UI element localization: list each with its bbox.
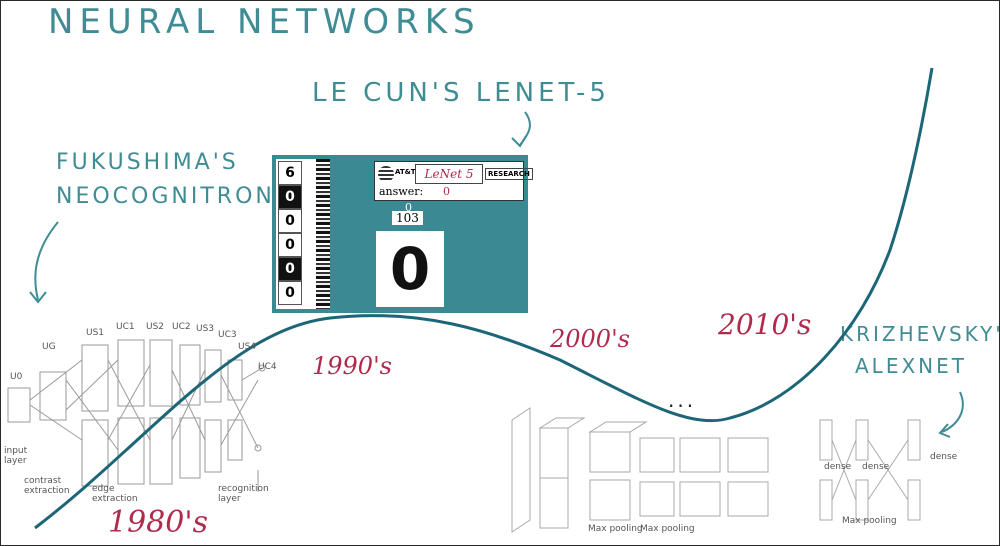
att-brand: AT&T [395,168,416,176]
digit-index: 103 [392,211,423,225]
answer-value: 0 [443,185,450,198]
neocognitron-input-label: input layer [4,446,28,466]
lenet-sample-cell: 0 [278,185,302,209]
alexnet-maxpool-label: Max pooling [842,516,897,526]
alexnet-diagram [511,407,921,533]
neocognitron-layer-label: US2 [146,322,165,332]
lenet-input-strip: 6 0 0 0 0 0 [276,159,316,309]
decade-label-2000s: 2000's [550,325,630,353]
decade-label-1980s: 1980's [108,505,208,540]
lenet-sample-cell: 0 [278,281,302,305]
answer-label: answer: [379,185,424,198]
neocognitron-layer-label: UC3 [218,330,237,340]
lenet-sample-cell: 6 [278,161,302,185]
neocognitron-layer-label: US1 [86,328,105,338]
neocognitron-layer-label: UC4 [258,362,277,372]
decade-label-1990s: 1990's [312,352,392,380]
neocognitron-layer-label: US3 [196,324,215,334]
neocognitron-recognition-label: recognition layer [218,484,269,504]
alexnet-dense-label: dense [824,462,852,472]
alexnet-dense-label: dense [930,452,958,462]
att-globe-icon [378,166,394,182]
arrow-icon-lecun [511,111,531,148]
ellipsis: ... [668,388,697,412]
lenet-sample-cell: 0 [278,233,302,257]
arrow-icon-krizhevsky [938,391,964,438]
arrow-icon-fukushima [29,221,59,304]
lenet-sample-cell: 0 [278,209,302,233]
lenet-name: LeNet 5 [415,164,483,184]
lenet-demo-panel: 6 0 0 0 0 0 AT&T LeNet 5 RESEARCH answer… [272,155,533,313]
neocognitron-layer-label: U0 [10,372,23,382]
neocognitron-layer-label: UG [42,342,56,352]
neocognitron-edge-label: edge extraction [92,484,138,504]
neocognitron-layer-label: UC1 [116,322,135,332]
neocognitron-layer-label: UC2 [172,322,191,332]
alexnet-maxpool-label: Max pooling [640,524,695,534]
alexnet-dense-label: dense [862,462,890,472]
neocognitron-layer-label: US4 [238,342,257,352]
lenet-feature-maps [316,159,330,309]
lenet-sample-cell: 0 [278,257,302,281]
alexnet-maxpool-label: Max pooling [588,524,643,534]
research-label: RESEARCH [485,168,533,180]
lenet-header-box: AT&T LeNet 5 RESEARCH answer: 0 [374,161,533,201]
input-digit-image: 0 [376,231,444,307]
decade-label-2010s: 2010's [718,308,812,341]
neocognitron-contrast-label: contrast extraction [24,476,70,496]
